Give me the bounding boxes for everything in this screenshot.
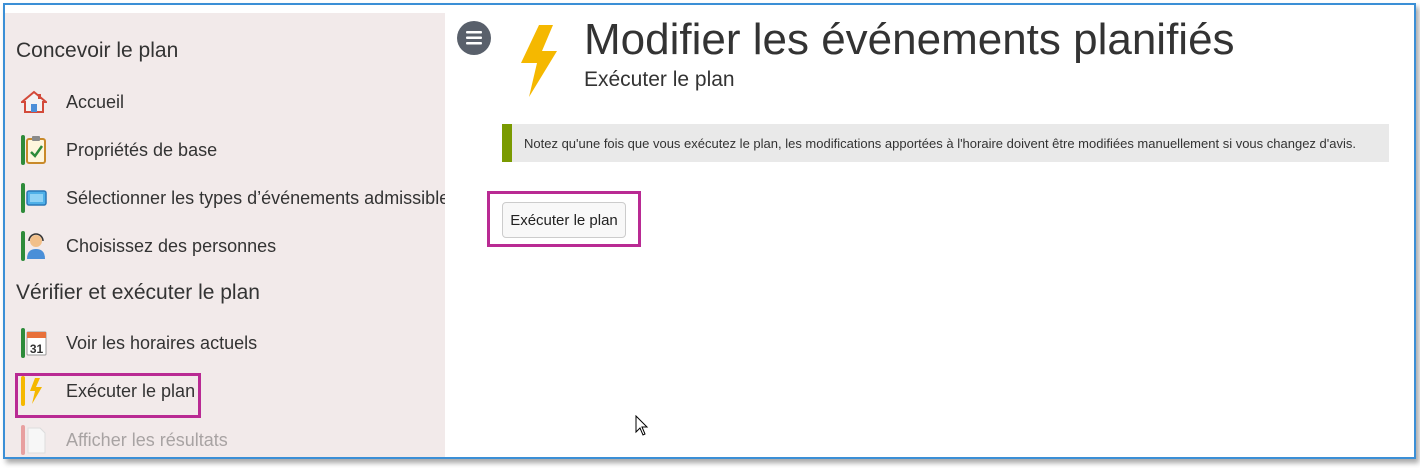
lightning-icon [515,23,561,104]
mouse-cursor-icon [635,414,649,442]
sidebar-item-label: Afficher les résultats [66,429,228,450]
screen-icon [21,183,47,213]
document-icon [21,425,47,455]
sidebar-item-basic-properties[interactable]: Propriétés de base [19,133,445,167]
section-title-design: Concevoir le plan [16,39,179,62]
sidebar-item-label: Propriétés de base [66,139,218,160]
house-icon [21,88,47,116]
sidebar-item-results[interactable]: Afficher les résultats [19,423,445,457]
sidebar-item-current-schedules[interactable]: 31 Voir les horaires actuels [19,326,445,360]
sidebar-item-label: Sélectionner les types d’événements admi… [66,187,445,208]
calendar-day: 31 [30,342,44,356]
sidebar-item-home[interactable]: Accueil [19,85,445,119]
clipboard-check-icon [21,135,47,165]
page-title: Modifier les événements planifiés [584,15,1235,64]
section-title-verify: Vérifier et exécuter le plan [16,281,260,304]
sidebar-item-label: Accueil [66,91,125,112]
sidebar-item-label: Voir les horaires actuels [66,332,258,353]
selection-highlight [15,373,201,418]
person-headset-icon [21,231,47,261]
run-plan-button[interactable]: Exécuter le plan [502,202,626,238]
calendar-icon: 31 [21,328,47,358]
notice-banner: Notez qu'une fois que vous exécutez le p… [502,124,1389,162]
sidebar-item-label: Choisissez des personnes [66,235,277,256]
app-window: Concevoir le plan Accueil Propriétés de … [3,3,1416,459]
sidebar-item-people[interactable]: Choisissez des personnes [19,229,445,263]
hamburger-icon [466,31,482,45]
menu-button[interactable] [457,21,491,55]
page-subtitle: Exécuter le plan [584,68,735,91]
sidebar: Concevoir le plan Accueil Propriétés de … [5,13,445,457]
sidebar-item-event-types[interactable]: Sélectionner les types d’événements admi… [19,181,445,215]
